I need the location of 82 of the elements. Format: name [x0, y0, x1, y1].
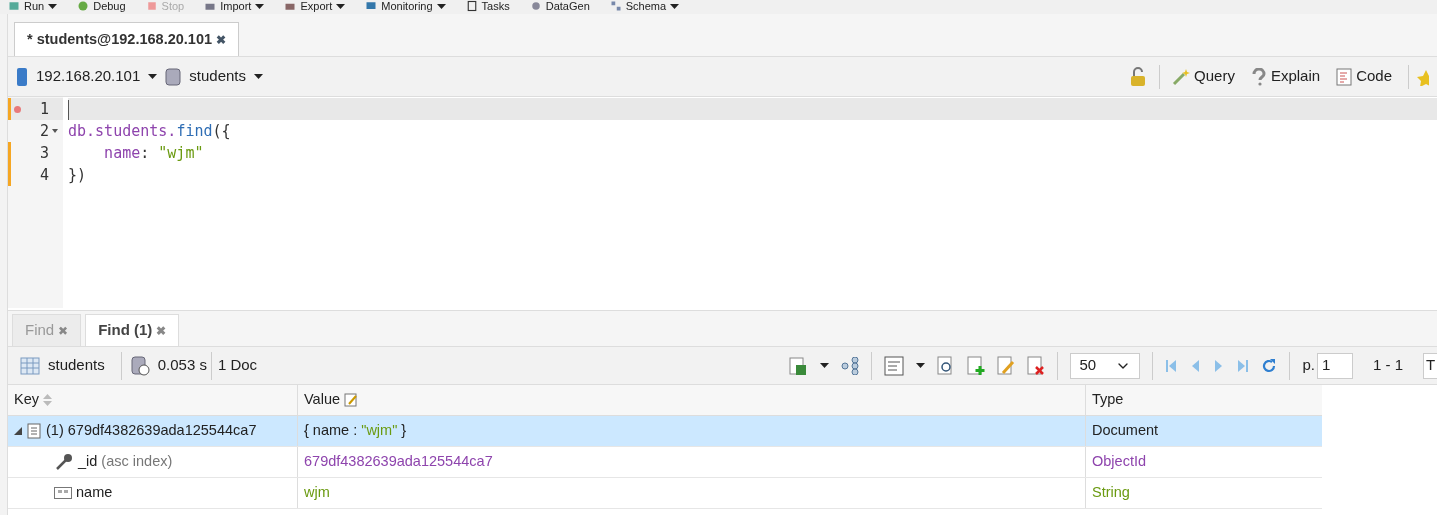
database-icon — [165, 66, 182, 87]
fold-arrow-icon[interactable] — [52, 129, 58, 133]
editor-tab[interactable]: * students@192.168.20.101 ✖ — [14, 22, 240, 56]
line-number: 2 — [38, 121, 49, 142]
document-add-icon[interactable] — [967, 355, 986, 376]
caret-icon — [255, 3, 265, 9]
page-label: p. — [1302, 355, 1315, 376]
tree-icon[interactable] — [841, 356, 860, 375]
caret-icon — [670, 3, 680, 9]
total-field[interactable]: T — [1423, 352, 1437, 379]
toolbar-button[interactable]: Monitoring — [381, 0, 433, 12]
key-text: name — [76, 483, 113, 503]
first-page-icon[interactable] — [1165, 358, 1178, 373]
last-page-icon[interactable] — [1237, 358, 1250, 373]
text-cursor — [68, 99, 69, 120]
caret-icon — [820, 363, 830, 368]
table-icon — [20, 356, 40, 375]
key-text: _id — [78, 452, 98, 472]
database-name[interactable]: students — [189, 65, 246, 88]
collection-name: students — [48, 355, 105, 376]
column-header[interactable]: Type — [1086, 385, 1322, 415]
result-tab[interactable]: Find (1) ✖ — [85, 314, 180, 346]
database-clock-icon — [129, 355, 150, 376]
caret-icon — [48, 3, 58, 9]
value-text: wjm — [304, 483, 330, 503]
toolbar-button[interactable]: Export — [300, 0, 333, 12]
page-size-select[interactable]: 50 — [1070, 352, 1141, 379]
quote-icon — [54, 487, 72, 499]
server-name[interactable]: 192.168.20.101 — [36, 65, 141, 88]
query-time: 0.053 s — [157, 355, 207, 376]
wand-icon — [1172, 67, 1191, 86]
caret-icon — [336, 3, 346, 9]
caret-icon — [148, 74, 158, 79]
document-delete-icon[interactable] — [1027, 355, 1046, 376]
value-text: 679df4382639ada125544ca7 — [304, 452, 493, 472]
line-number: 3 — [38, 143, 49, 164]
gear-icon — [529, 0, 542, 12]
page-range: 1 - 1 — [1373, 355, 1403, 376]
toolbar-button[interactable]: Tasks — [481, 0, 510, 12]
document-icon — [26, 423, 42, 439]
close-icon[interactable]: ✖ — [216, 30, 227, 49]
toolbar-button[interactable]: Debug — [93, 0, 126, 12]
expand-arrow-icon[interactable] — [14, 427, 22, 435]
line-number: 1 — [38, 99, 49, 120]
stop-icon — [145, 0, 158, 12]
document-count: 1 Doc — [217, 355, 258, 376]
toolbar-button[interactable]: Code — [1336, 65, 1392, 88]
export-excel-icon[interactable] — [788, 355, 809, 376]
line-number: 4 — [38, 165, 49, 186]
code-line: db.students.find({ — [68, 122, 231, 140]
type-text: Document — [1092, 421, 1159, 441]
type-text: ObjectId — [1092, 452, 1146, 472]
bug-icon — [77, 0, 90, 12]
filter-list-icon[interactable] — [884, 355, 905, 376]
value-text: { name : "wjm" } — [304, 421, 407, 441]
toolbar-button[interactable]: Explain — [1250, 65, 1321, 88]
key-icon — [54, 452, 74, 472]
toolbar-button[interactable]: Run — [24, 0, 45, 12]
toolbar-button[interactable]: Import — [220, 0, 252, 12]
column-header[interactable]: Value — [298, 385, 1086, 415]
column-header[interactable]: Key — [8, 385, 298, 415]
key-text: (1) 679df4382639ada125544ca7 — [46, 421, 257, 441]
document-edit-icon[interactable] — [997, 355, 1016, 376]
page-field[interactable]: 1 — [1317, 352, 1353, 379]
close-icon[interactable]: ✖ — [156, 321, 167, 340]
toolbar-button[interactable]: Schema — [625, 0, 667, 12]
code-line: }) — [68, 166, 87, 184]
refresh-icon[interactable] — [1261, 357, 1278, 374]
toolbar-button[interactable]: Query — [1172, 65, 1235, 88]
toolbar-button[interactable]: DataGen — [545, 0, 590, 12]
caret-icon — [254, 74, 263, 79]
help-icon — [1250, 67, 1267, 86]
code-line: name: "wjm" — [103, 144, 204, 162]
type-text: String — [1092, 483, 1130, 503]
server-icon — [16, 66, 28, 87]
lock-icon[interactable] — [1129, 66, 1148, 87]
caret-icon — [916, 363, 926, 368]
code-icon — [1336, 67, 1353, 86]
edit-note-icon — [344, 393, 358, 407]
sort-icon — [43, 394, 52, 406]
index-note: (asc index) — [101, 452, 173, 472]
caret-icon — [436, 3, 446, 9]
